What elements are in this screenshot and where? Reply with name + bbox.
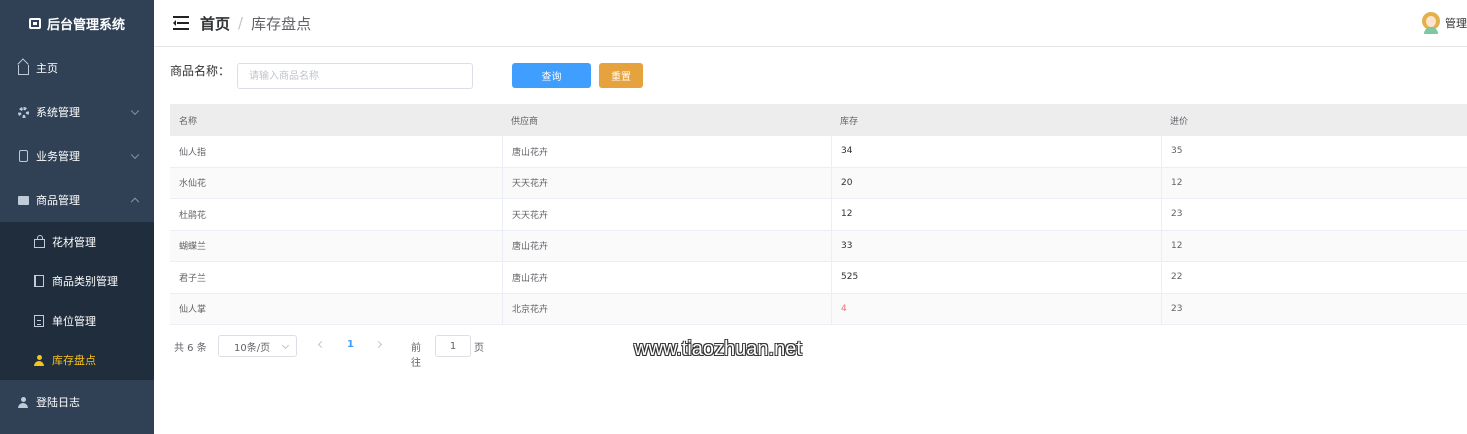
cell-price: 23 — [1161, 293, 1467, 324]
sidebar-item-label: 登陆日志 — [36, 396, 80, 409]
search-label: 商品名称： — [170, 64, 231, 78]
sidebar-item-login-log[interactable]: 登陆日志 — [0, 380, 154, 424]
document-icon — [32, 314, 46, 328]
goods-icon — [16, 193, 30, 207]
cell-stock: 33 — [831, 230, 1161, 261]
gear-icon — [16, 105, 30, 119]
app-root: 后台管理系统 主页 系统管理 业务管理 商品管理 花材管理 商品类别管理 单位管… — [0, 0, 1467, 434]
cell-name: 仙人指 — [179, 147, 207, 158]
user-name: 管理 — [1445, 17, 1467, 30]
sidebar-item-label: 业务管理 — [36, 150, 80, 163]
sidebar-item-goods[interactable]: 商品管理 — [0, 178, 154, 222]
sidebar-item-inventory[interactable]: 库存盘点 — [0, 341, 154, 381]
column-header-stock: 库存 — [840, 116, 859, 127]
sidebar: 后台管理系统 主页 系统管理 业务管理 商品管理 花材管理 商品类别管理 单位管… — [0, 0, 154, 434]
cell-price: 23 — [1161, 199, 1467, 230]
goto-suffix: 页 — [474, 343, 484, 354]
monitor-icon — [28, 17, 41, 29]
user-icon — [16, 395, 30, 409]
bag-icon — [32, 234, 46, 249]
column-header-name: 名称 — [179, 116, 198, 127]
sidebar-item-label: 单位管理 — [52, 314, 96, 328]
goto-label: 前往 — [411, 343, 421, 369]
cell-stock: 34 — [831, 136, 1161, 167]
sidebar-item-units[interactable]: 单位管理 — [0, 301, 154, 341]
pagination-total: 共 6 条 — [174, 343, 207, 354]
query-button[interactable]: 查询 — [512, 63, 591, 88]
cell-price: 12 — [1161, 230, 1467, 261]
cell-price: 35 — [1161, 136, 1467, 167]
table-row[interactable]: 仙人掌 北京花卉 4 23 — [170, 293, 1467, 325]
cell-stock-low: 4 — [831, 293, 1161, 324]
page-size-select[interactable]: 10条/页 — [218, 335, 297, 357]
cell-supplier: 天天花卉 — [502, 167, 831, 198]
column-header-price: 进价 — [1170, 116, 1189, 127]
cell-supplier: 唐山花卉 — [502, 230, 831, 261]
breadcrumb-separator: / — [238, 14, 244, 32]
watermark: www.tiaozhuan.net — [634, 338, 802, 360]
cell-stock: 525 — [831, 262, 1161, 293]
chevron-down-icon — [130, 106, 140, 116]
sidebar-item-home[interactable]: 主页 — [0, 46, 154, 90]
cell-name: 杜鹃花 — [179, 210, 207, 221]
top-header: 首页 / 库存盘点 管理 — [154, 0, 1467, 47]
table-row[interactable]: 仙人指 唐山花卉 34 35 — [170, 136, 1467, 168]
table-row[interactable]: 蝴蝶兰 唐山花卉 33 12 — [170, 230, 1467, 262]
table-header: 名称 供应商 库存 进价 — [170, 104, 1467, 136]
cell-supplier: 天天花卉 — [502, 199, 831, 230]
sidebar-item-system[interactable]: 系统管理 — [0, 90, 154, 134]
goto-page-input[interactable] — [435, 335, 471, 357]
cell-price: 12 — [1161, 167, 1467, 198]
sidebar-item-flowers[interactable]: 花材管理 — [0, 222, 154, 262]
phone-icon — [16, 149, 30, 163]
breadcrumb-current: 库存盘点 — [251, 14, 312, 33]
table-row[interactable]: 水仙花 天天花卉 20 12 — [170, 167, 1467, 199]
sidebar-submenu-goods: 花材管理 商品类别管理 单位管理 库存盘点 — [0, 222, 154, 380]
table-row[interactable]: 杜鹃花 天天花卉 12 23 — [170, 199, 1467, 231]
cell-stock: 12 — [831, 199, 1161, 230]
user-menu[interactable]: 管理 — [1422, 12, 1467, 34]
sidebar-item-categories[interactable]: 商品类别管理 — [0, 262, 154, 302]
page-number-current[interactable]: 1 — [347, 339, 354, 350]
cell-name: 蝴蝶兰 — [179, 242, 207, 253]
sidebar-item-label: 花材管理 — [52, 235, 96, 249]
cell-stock: 20 — [831, 167, 1161, 198]
cell-supplier: 唐山花卉 — [502, 136, 831, 167]
sidebar-item-label: 系统管理 — [36, 106, 80, 119]
next-page-icon[interactable] — [374, 340, 383, 349]
page-size-value: 10条/页 — [234, 342, 271, 354]
column-header-supplier: 供应商 — [511, 116, 539, 127]
brand-title: 后台管理系统 — [46, 17, 125, 33]
avatar — [1422, 12, 1440, 34]
menu-toggle-icon[interactable] — [173, 16, 189, 30]
search-form: 商品名称： — [170, 62, 230, 79]
prev-page-icon[interactable] — [317, 340, 326, 349]
cell-price: 22 — [1161, 262, 1467, 293]
chevron-down-icon — [130, 150, 140, 160]
sidebar-item-label: 主页 — [36, 62, 58, 75]
chevron-up-icon — [130, 197, 140, 207]
table-row[interactable]: 君子兰 唐山花卉 525 22 — [170, 262, 1467, 294]
cell-name: 君子兰 — [179, 273, 207, 284]
sidebar-item-business[interactable]: 业务管理 — [0, 134, 154, 178]
cell-supplier: 唐山花卉 — [502, 262, 831, 293]
cell-name: 水仙花 — [179, 179, 207, 190]
cell-supplier: 北京花卉 — [502, 293, 831, 324]
user-icon — [32, 353, 46, 367]
breadcrumb: 首页 / 库存盘点 — [200, 13, 311, 34]
reset-button[interactable]: 重置 — [599, 63, 643, 88]
sidebar-item-label: 库存盘点 — [52, 354, 96, 368]
cell-name: 仙人掌 — [179, 305, 207, 316]
chevron-down-icon — [281, 341, 290, 350]
product-name-input[interactable] — [237, 63, 473, 89]
breadcrumb-home[interactable]: 首页 — [200, 13, 230, 34]
home-icon — [16, 61, 30, 75]
sidebar-item-label: 商品管理 — [36, 194, 80, 207]
brand: 后台管理系统 — [0, 0, 154, 46]
inventory-table: 名称 供应商 库存 进价 仙人指 唐山花卉 34 35 水仙花 天天花卉 20 … — [170, 104, 1467, 325]
sidebar-item-label: 商品类别管理 — [52, 275, 118, 289]
book-icon — [32, 274, 46, 288]
